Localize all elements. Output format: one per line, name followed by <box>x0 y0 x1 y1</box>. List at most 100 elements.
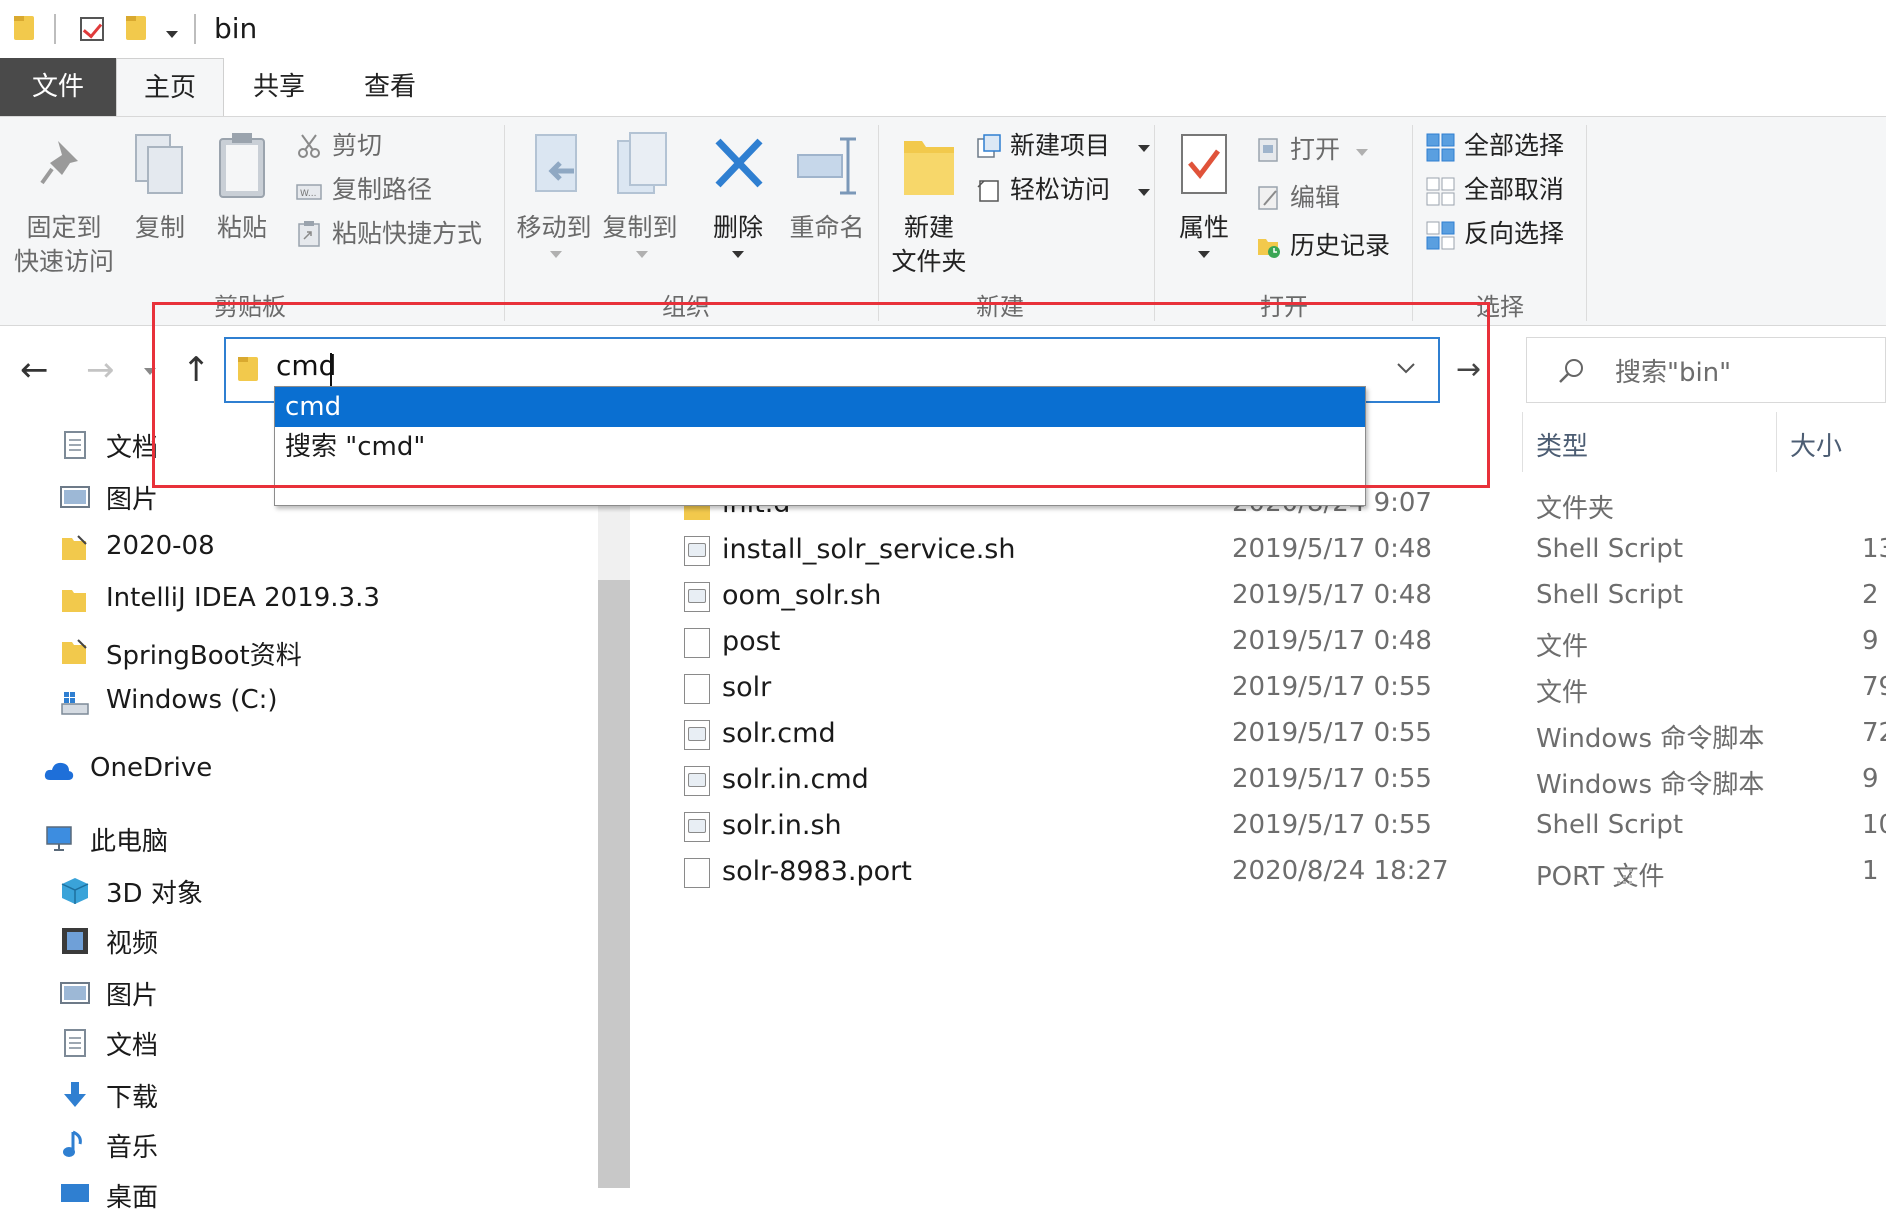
invert-selection-button[interactable]: 反向选择 <box>1426 217 1582 255</box>
copy-button[interactable]: 复制 <box>128 131 192 251</box>
file-row[interactable]: solr.in.sh 2019/5/17 0:55 Shell Script 1… <box>680 806 1886 850</box>
open-button[interactable]: 打开 <box>1256 133 1406 171</box>
nav-item-2020-08[interactable]: 2020-08 <box>60 526 600 576</box>
copy-to-button[interactable]: 复制到 <box>598 131 682 281</box>
chevron-down-icon <box>1356 149 1368 156</box>
file-row[interactable]: solr.in.cmd 2019/5/17 0:55 Windows 命令脚本 … <box>680 760 1886 804</box>
file-row[interactable]: solr-8983.port 2020/8/24 18:27 PORT 文件 1 <box>680 852 1886 896</box>
rename-button[interactable]: 重命名 <box>782 131 872 281</box>
invert-selection-icon <box>1426 221 1455 250</box>
chevron-down-icon <box>550 251 562 258</box>
forward-arrow-icon[interactable]: → <box>86 350 115 390</box>
history-button[interactable]: 历史记录 <box>1256 229 1412 267</box>
open-icon <box>1258 138 1278 162</box>
column-divider[interactable] <box>1776 412 1777 472</box>
drive-icon <box>61 692 89 715</box>
file-row[interactable]: solr 2019/5/17 0:55 文件 79 <box>680 668 1886 712</box>
select-none-icon <box>1426 177 1455 206</box>
nav-item-videos[interactable]: 视频 <box>60 918 600 968</box>
edit-button[interactable]: 编辑 <box>1256 181 1406 219</box>
tab-view[interactable]: 查看 <box>334 58 446 116</box>
cut-button[interactable]: 剪切 <box>296 129 496 167</box>
select-all-button[interactable]: 全部选择 <box>1426 129 1582 167</box>
nav-item-documents-2[interactable]: 文档 <box>60 1020 600 1070</box>
file-type: Windows 命令脚本 <box>1536 724 1765 754</box>
properties-label: 属性 <box>1178 213 1229 242</box>
file-row[interactable]: install_solr_service.sh 2019/5/17 0:48 S… <box>680 530 1886 574</box>
file-row[interactable]: solr.cmd 2019/5/17 0:55 Windows 命令脚本 72 <box>680 714 1886 758</box>
new-folder-quick-access-icon[interactable] <box>126 16 146 40</box>
file-type: 文件 <box>1536 632 1589 662</box>
pin-to-quick-access-button[interactable]: 固定到 快速访问 <box>8 131 120 291</box>
file-type: 文件夹 <box>1536 494 1615 524</box>
copy-path-button[interactable]: W... 复制路径 <box>296 173 496 211</box>
tab-home[interactable]: 主页 <box>116 58 224 116</box>
file-name: solr <box>722 672 772 703</box>
file-date: 2019/5/17 0:55 <box>1232 672 1432 702</box>
nav-label: Windows (C:) <box>106 685 278 715</box>
video-icon <box>62 928 88 954</box>
move-to-icon <box>535 134 577 192</box>
nav-label: 2020-08 <box>106 531 215 561</box>
file-size: 9 <box>1862 764 1879 794</box>
title-bar: bin <box>0 0 1886 58</box>
easy-access-button[interactable]: 轻松访问 <box>976 173 1152 211</box>
tab-file[interactable]: 文件 <box>0 58 116 116</box>
properties-button[interactable]: 属性 <box>1168 131 1240 281</box>
search-box[interactable]: 搜索"bin" <box>1526 337 1886 403</box>
delete-button[interactable]: 删除 <box>702 131 774 281</box>
file-row[interactable]: post 2019/5/17 0:48 文件 9 <box>680 622 1886 666</box>
file-type: Shell Script <box>1536 580 1684 610</box>
customize-toolbar-chevron-icon[interactable] <box>166 31 178 38</box>
nav-item-downloads[interactable]: 下载 <box>60 1072 600 1122</box>
script-file-icon <box>684 720 710 750</box>
nav-item-this-pc[interactable]: 此电脑 <box>44 816 584 866</box>
divider <box>878 125 879 321</box>
file-row[interactable]: oom_solr.sh 2019/5/17 0:48 Shell Script … <box>680 576 1886 620</box>
paste-shortcut-button[interactable]: 粘贴快捷方式 <box>296 217 500 255</box>
cut-label: 剪切 <box>332 131 383 160</box>
nav-item-springboot[interactable]: SpringBoot资料 <box>60 630 600 680</box>
nav-item-desktop[interactable]: 桌面 <box>60 1172 600 1222</box>
tab-share[interactable]: 共享 <box>224 58 334 116</box>
column-divider[interactable] <box>1522 412 1523 472</box>
nav-item-pictures-2[interactable]: 图片 <box>60 970 600 1020</box>
column-header-type[interactable]: 类型 <box>1536 426 1588 463</box>
nav-label: 视频 <box>106 929 159 959</box>
new-item-button[interactable]: 新建项目 <box>976 129 1152 167</box>
file-size: 2 <box>1862 580 1879 610</box>
select-none-button[interactable]: 全部取消 <box>1426 173 1582 211</box>
nav-item-onedrive[interactable]: OneDrive <box>44 748 584 798</box>
file-size: 9 <box>1862 626 1879 656</box>
history-icon <box>1258 239 1280 258</box>
nav-item-music[interactable]: 音乐 <box>60 1122 600 1172</box>
document-icon <box>64 431 86 459</box>
back-arrow-icon[interactable]: ← <box>20 350 49 390</box>
move-to-button[interactable]: 移动到 <box>512 131 596 281</box>
file-name: solr.in.sh <box>722 810 842 841</box>
edit-icon <box>1258 186 1278 210</box>
file-icon <box>684 628 710 658</box>
picture-icon <box>60 486 90 508</box>
new-folder-button[interactable]: 新建 文件夹 <box>884 131 974 291</box>
pinned-folder-icon <box>62 535 87 560</box>
properties-quick-access-icon[interactable] <box>80 17 104 41</box>
column-header-size[interactable]: 大小 <box>1790 426 1842 463</box>
file-name: post <box>722 626 781 657</box>
file-size: 72 <box>1862 718 1886 748</box>
nav-item-intellij[interactable]: IntelliJ IDEA 2019.3.3 <box>60 578 600 628</box>
resize-grip-icon[interactable] <box>1617 869 1633 885</box>
file-icon <box>684 674 710 704</box>
script-file-icon <box>684 812 710 842</box>
properties-check-icon <box>1181 134 1227 194</box>
paste-shortcut-label: 粘贴快捷方式 <box>332 219 483 248</box>
script-file-icon <box>684 766 710 796</box>
nav-item-3d-objects[interactable]: 3D 对象 <box>60 868 600 918</box>
file-type: 文件 <box>1536 678 1589 708</box>
nav-label: 图片 <box>106 981 159 1011</box>
paste-button[interactable]: 粘贴 <box>206 131 278 251</box>
computer-icon <box>46 826 72 851</box>
nav-item-windows-c[interactable]: Windows (C:) <box>60 680 600 730</box>
copy-path-label: 复制路径 <box>332 175 433 204</box>
nav-label: SpringBoot资料 <box>106 641 302 671</box>
